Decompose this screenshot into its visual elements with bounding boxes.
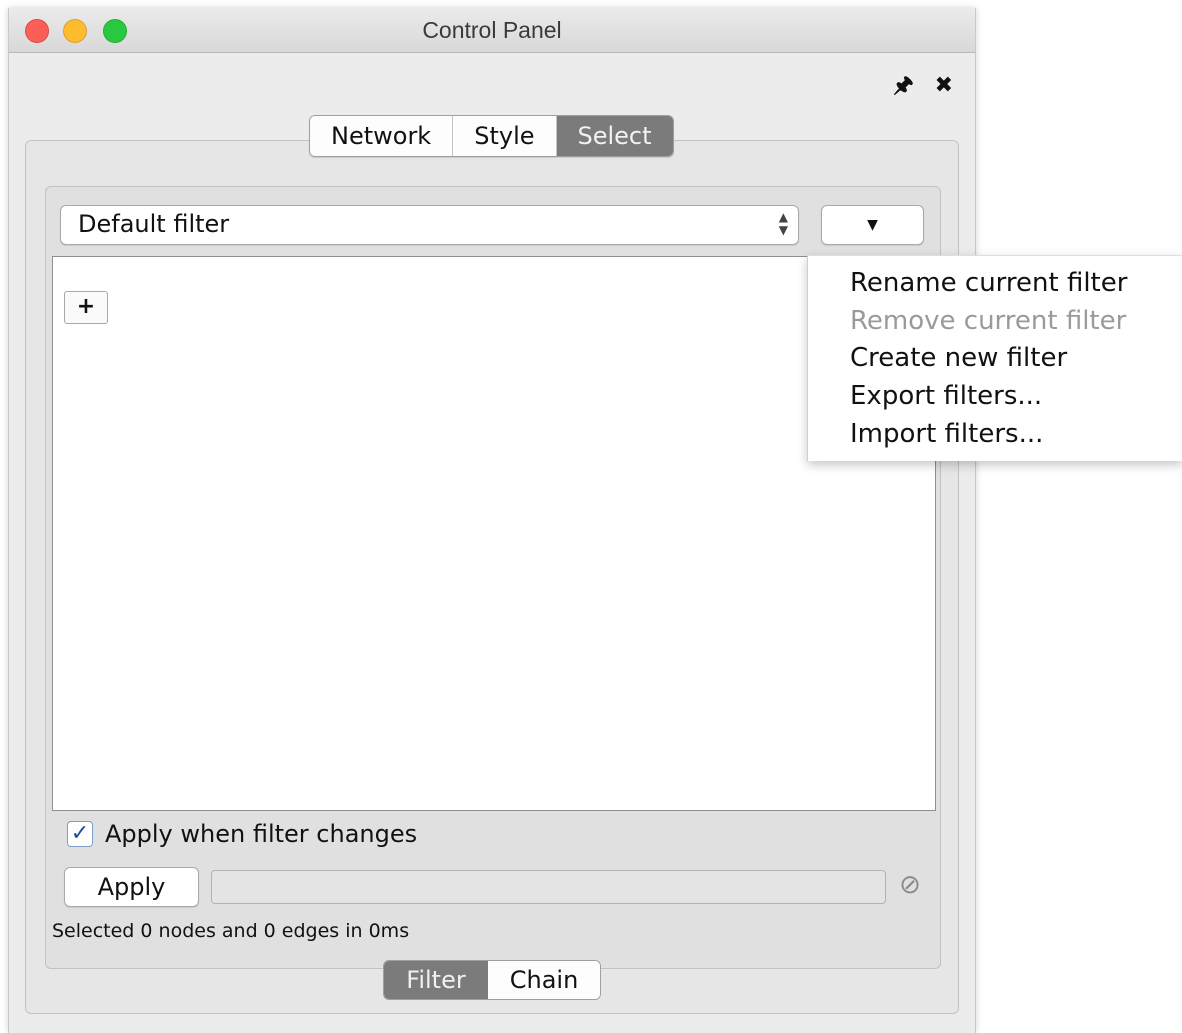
menu-item-create-filter[interactable]: Create new filter <box>850 343 1067 373</box>
tab-network[interactable]: Network <box>310 116 454 156</box>
selection-status: Selected 0 nodes and 0 edges in 0ms <box>52 920 410 942</box>
filter-options-menu: Rename current filter Remove current fil… <box>807 255 1182 461</box>
apply-when-changes-label: Apply when filter changes <box>105 820 418 848</box>
apply-progress-bar <box>211 870 886 904</box>
filter-menu-button[interactable]: ▼ <box>821 205 924 245</box>
menu-item-rename-filter[interactable]: Rename current filter <box>850 268 1127 298</box>
tab-style[interactable]: Style <box>453 116 557 156</box>
close-icon[interactable]: ✖ <box>935 73 953 98</box>
apply-when-changes-option[interactable]: ✓ Apply when filter changes <box>67 820 417 848</box>
window-title: Control Panel <box>422 17 562 43</box>
add-filter-button[interactable]: + <box>64 291 108 324</box>
cancel-icon[interactable]: ⊘ <box>896 871 924 899</box>
menu-item-remove-filter: Remove current filter <box>850 306 1127 336</box>
filter-select[interactable]: Default filter ▲ ▼ <box>60 205 799 245</box>
filter-canvas[interactable] <box>52 256 936 811</box>
apply-button[interactable]: Apply <box>64 867 199 907</box>
control-panel-window: Control Panel 🖈 ✖ Network Style Select D… <box>8 8 976 1033</box>
menu-item-import-filters[interactable]: Import filters... <box>850 419 1043 449</box>
caret-down-icon: ▼ <box>867 217 878 233</box>
pin-icon[interactable]: 🖈 <box>893 68 913 106</box>
apply-when-changes-checkbox[interactable]: ✓ <box>67 821 93 847</box>
filter-select-value: Default filter <box>78 210 230 238</box>
tab-select[interactable]: Select <box>556 116 673 156</box>
tab-chain[interactable]: Chain <box>488 961 600 999</box>
menu-item-export-filters[interactable]: Export filters... <box>850 381 1042 411</box>
main-tabs: Network Style Select <box>309 115 674 157</box>
select-arrows-icon: ▲ ▼ <box>778 210 788 237</box>
title-bar[interactable]: Control Panel <box>9 8 975 53</box>
bottom-tabs: Filter Chain <box>383 960 601 1000</box>
tab-filter[interactable]: Filter <box>384 961 488 999</box>
panel-controls: 🖈 ✖ <box>879 68 953 106</box>
